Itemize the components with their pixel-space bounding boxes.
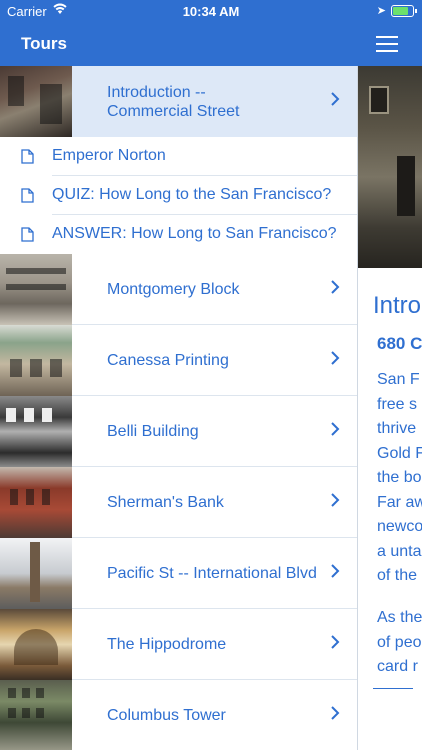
list-item-pacific-st[interactable]: Pacific St -- International Blvd (0, 538, 357, 609)
chevron-right-icon (331, 493, 340, 507)
thumbnail-image (0, 609, 72, 680)
chevron-right-icon (331, 280, 340, 294)
thumbnail-image (0, 325, 72, 396)
list-item-label: The Hippodrome (107, 636, 227, 653)
thumbnail-image (0, 538, 72, 609)
sub-item-emperor-norton[interactable]: Emperor Norton (0, 137, 357, 176)
detail-heading: Intro (373, 292, 422, 319)
chevron-right-icon (331, 635, 340, 649)
list-item-montgomery-block[interactable]: Montgomery Block (0, 254, 357, 325)
detail-paragraph-2: As the of peo card r (377, 609, 422, 675)
chevron-right-icon (331, 351, 340, 365)
thumbnail-image (0, 254, 72, 325)
sub-item-answer[interactable]: ANSWER: How Long to San Francisco? (0, 215, 357, 254)
list-item-columbus-tower[interactable]: Columbus Tower (0, 680, 357, 750)
document-icon (21, 227, 34, 242)
list-item-hippodrome[interactable]: The Hippodrome (0, 609, 357, 680)
document-icon (21, 188, 34, 203)
detail-photo (357, 66, 422, 268)
list-item-label: Montgomery Block (107, 281, 240, 298)
list-item-introduction[interactable]: Introduction -- Commercial Street (0, 66, 357, 137)
list-item-label: Sherman's Bank (107, 494, 224, 511)
sub-item-label: QUIZ: How Long to the San Francisco? (52, 186, 332, 203)
chevron-right-icon (331, 706, 340, 720)
status-bar: Carrier 10:34 AM ➤ (0, 0, 422, 22)
location-arrow-icon: ➤ (376, 5, 386, 17)
chevron-right-icon (331, 422, 340, 436)
chevron-right-icon (331, 564, 340, 578)
thumbnail-image (0, 66, 72, 137)
status-time: 10:34 AM (182, 4, 240, 19)
nav-title: Tours (21, 34, 67, 53)
list-item-shermans-bank[interactable]: Sherman's Bank (0, 467, 357, 538)
battery-icon (391, 5, 417, 17)
navigation-bar: Tours (0, 22, 422, 66)
list-item-label: Belli Building (107, 423, 199, 440)
thumbnail-image (0, 680, 72, 750)
sub-item-quiz[interactable]: QUIZ: How Long to the San Francisco? (0, 176, 357, 215)
detail-paragraph-1: San Ffree s thrive Gold Fthe bo Far aw new… (377, 371, 422, 584)
thumbnail-image (0, 467, 72, 538)
scroll-indicator (373, 688, 413, 689)
thumbnail-image (0, 396, 72, 467)
list-item-label: Columbus Tower (107, 707, 226, 724)
document-icon (21, 149, 34, 164)
detail-panel: Intro 680 C San Ffree s thrive Gold Fthe … (357, 66, 422, 750)
chevron-right-icon (331, 92, 340, 106)
detail-subheading: 680 C (377, 334, 422, 353)
list-item-canessa-printing[interactable]: Canessa Printing (0, 325, 357, 396)
hamburger-menu-icon[interactable] (376, 36, 398, 52)
list-item-label: Pacific St -- International Blvd (107, 565, 317, 582)
list-item-label: Introduction -- Commercial Street (107, 84, 240, 120)
list-item-label: Canessa Printing (107, 352, 229, 369)
list-item-belli-building[interactable]: Belli Building (0, 396, 357, 467)
sub-item-label: ANSWER: How Long to San Francisco? (52, 225, 337, 242)
sub-item-label: Emperor Norton (52, 147, 166, 164)
tour-list: Introduction -- Commercial Street Empero… (0, 66, 357, 750)
